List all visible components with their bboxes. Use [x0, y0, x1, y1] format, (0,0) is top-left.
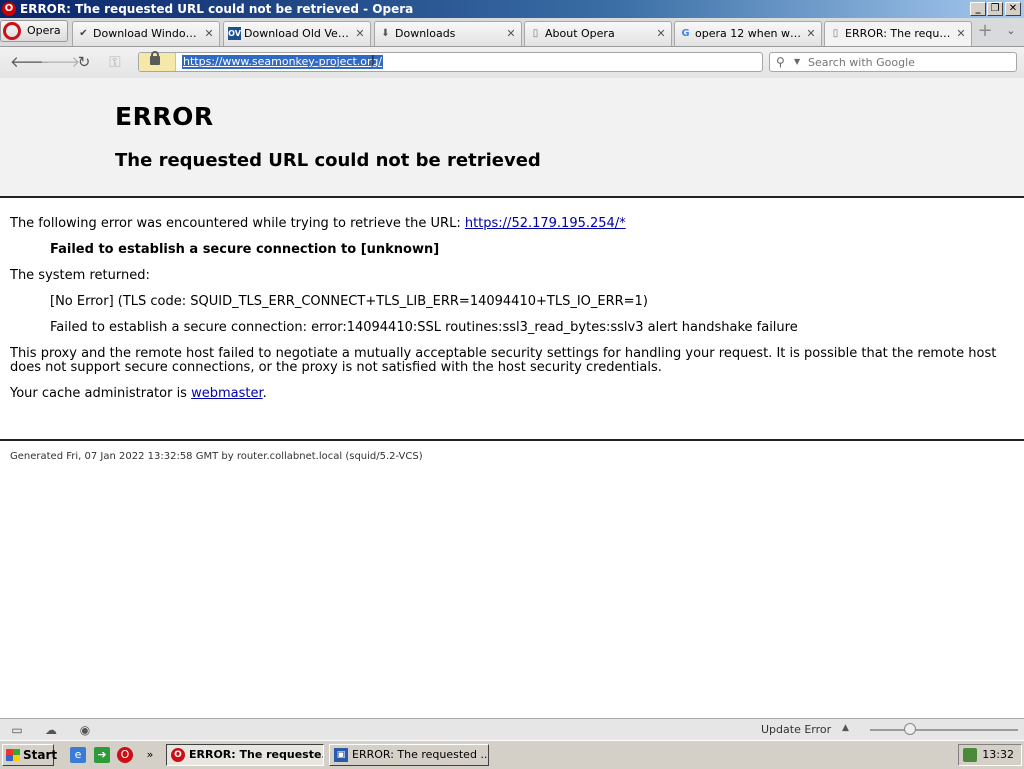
page-icon: ▯ [832, 28, 839, 39]
admin-prefix: Your cache administrator is [10, 386, 192, 401]
status-bar: ▭ ☁ ◉ Update Error ▲ [0, 718, 1024, 741]
google-icon: G [681, 28, 690, 39]
secure-lock-icon[interactable] [139, 51, 176, 71]
tab-label: Download Windows ... [93, 27, 201, 40]
intro-label: The following error was encountered whil… [10, 216, 465, 231]
tab-close-icon[interactable]: ✕ [505, 22, 517, 46]
zoom-slider[interactable] [870, 729, 1018, 731]
admin-text: Your cache administrator is webmaster. [10, 387, 267, 401]
view-options-arrow-icon[interactable]: ▲ [842, 723, 849, 733]
zoom-slider-handle[interactable] [904, 723, 916, 735]
update-status-text[interactable]: Update Error [761, 723, 831, 736]
opera-icon: O [2, 2, 16, 16]
address-url-selected[interactable]: https://www.seamonkey-project.org/ [182, 55, 384, 69]
start-button[interactable]: Start [2, 744, 58, 766]
tab-google-search[interactable]: G opera 12 when was... ✕ [674, 21, 822, 46]
search-icon: ⚲ [776, 55, 785, 69]
tab-close-icon[interactable]: ✕ [655, 22, 667, 46]
page-title: ERROR [115, 102, 214, 131]
tab-close-icon[interactable]: ✕ [203, 22, 215, 46]
tab-about-opera[interactable]: ▯ About Opera ✕ [524, 21, 672, 46]
taskbar-item-error-window[interactable]: ▣ ERROR: The requested ... [329, 744, 489, 766]
tab-label: Download Old Versi... [244, 27, 352, 40]
tab-download-old-versions[interactable]: OV Download Old Versi... ✕ [223, 21, 371, 46]
tab-close-icon[interactable]: ✕ [805, 22, 817, 46]
page-content: ERROR The requested URL could not be ret… [0, 78, 1024, 718]
tab-label: Downloads [395, 27, 456, 40]
taskbar-item-label: ERROR: The requeste... [189, 748, 324, 761]
tab-download-windows[interactable]: ✔ Download Windows ... ✕ [72, 21, 220, 46]
opera-quicklaunch-icon[interactable]: O [117, 747, 133, 763]
intro-text: The following error was encountered whil… [10, 217, 626, 231]
downloads-icon: ⬇ [381, 28, 390, 39]
minimize-button[interactable]: _ [970, 2, 986, 16]
address-bar[interactable]: https://www.seamonkey-project.org/ I [138, 51, 763, 72]
ie-quicklaunch-icon[interactable]: e [70, 747, 86, 763]
new-tab-plus-icon[interactable]: + [976, 22, 994, 40]
key-wand-icon[interactable]: ⚿ [105, 53, 125, 71]
tab-close-icon[interactable]: ✕ [955, 22, 967, 46]
system-returned-label: The system returned: [10, 268, 150, 283]
windows-logo-icon [6, 749, 20, 761]
ssl-error-text: Failed to establish a secure connection:… [50, 320, 798, 335]
window-titlebar[interactable]: O ERROR: The requested URL could not be … [0, 0, 1024, 18]
opera-unite-cloud-icon[interactable]: ☁ [43, 723, 59, 737]
search-box[interactable]: ⚲ ▼ [769, 52, 1017, 72]
webmaster-link[interactable]: webmaster [191, 386, 263, 401]
tab-downloads[interactable]: ⬇ Downloads ✕ [374, 21, 522, 46]
admin-suffix: . [262, 386, 267, 401]
reload-icon[interactable]: ↻ [74, 53, 94, 71]
tab-label: About Opera [545, 27, 615, 40]
start-label: Start [23, 748, 58, 762]
search-input[interactable] [808, 54, 1008, 70]
turbo-icon[interactable]: ◉ [77, 723, 93, 737]
navigation-toolbar: 🡐 🡒 ↻ ⚿ https://www.seamonkey-project.or… [0, 47, 1024, 79]
taskbar-item-label: ERROR: The requested ... [352, 748, 489, 761]
footer-divider [0, 439, 1024, 441]
close-button[interactable]: ✕ [1005, 2, 1021, 16]
back-arrow-icon[interactable]: 🡐 [10, 53, 50, 71]
opera-icon: O [171, 748, 185, 762]
opera-menu-label: Opera [27, 24, 61, 37]
search-engine-dropdown-icon[interactable]: ▼ [794, 54, 800, 70]
show-desktop-icon[interactable]: ➔ [94, 747, 110, 763]
tab-close-icon[interactable]: ✕ [354, 22, 366, 46]
maximize-button[interactable]: ❐ [987, 2, 1003, 16]
network-tray-icon[interactable] [963, 748, 977, 762]
window-app-icon: ▣ [334, 748, 348, 762]
window-title: ERROR: The requested URL could not be re… [20, 2, 414, 16]
tab-label: opera 12 when was... [695, 27, 803, 40]
opera-logo-icon [3, 22, 21, 40]
requested-url-link[interactable]: https://52.179.195.254/* [465, 216, 626, 231]
windows-taskbar: Start e ➔ O » O ERROR: The requeste... ▣… [0, 740, 1024, 769]
forward-arrow-icon[interactable]: 🡒 [40, 53, 80, 71]
system-tray: 13:32 [958, 744, 1022, 766]
taskbar-item-opera-error[interactable]: O ERROR: The requeste... [166, 744, 324, 766]
error-description: Failed to establish a secure connection … [50, 242, 440, 257]
tab-label: ERROR: The reques... [845, 27, 953, 40]
page-icon: ▯ [532, 28, 539, 39]
tab-bar: Opera ✔ Download Windows ... ✕ OV Downlo… [0, 18, 1024, 47]
ov-site-icon: OV [228, 27, 241, 40]
error-header: ERROR The requested URL could not be ret… [0, 78, 1024, 198]
taskbar-clock[interactable]: 13:32 [982, 745, 1014, 765]
text-cursor-icon: I [371, 54, 375, 69]
generated-footer: Generated Fri, 07 Jan 2022 13:32:58 GMT … [10, 451, 423, 462]
opera-menu-button[interactable]: Opera [0, 20, 68, 42]
tab-error-active[interactable]: ▯ ERROR: The reques... ✕ [824, 21, 972, 46]
site-favicon-icon: ✔ [79, 28, 88, 39]
tls-code-text: [No Error] (TLS code: SQUID_TLS_ERR_CONN… [50, 294, 648, 309]
explanation-text: This proxy and the remote host failed to… [10, 346, 997, 375]
page-subtitle: The requested URL could not be retrieved [115, 150, 541, 171]
tab-list-chevron-down-icon[interactable]: ⌄ [1004, 22, 1018, 40]
quicklaunch-overflow-icon[interactable]: » [142, 747, 158, 763]
panel-toggle-icon[interactable]: ▭ [9, 723, 25, 737]
